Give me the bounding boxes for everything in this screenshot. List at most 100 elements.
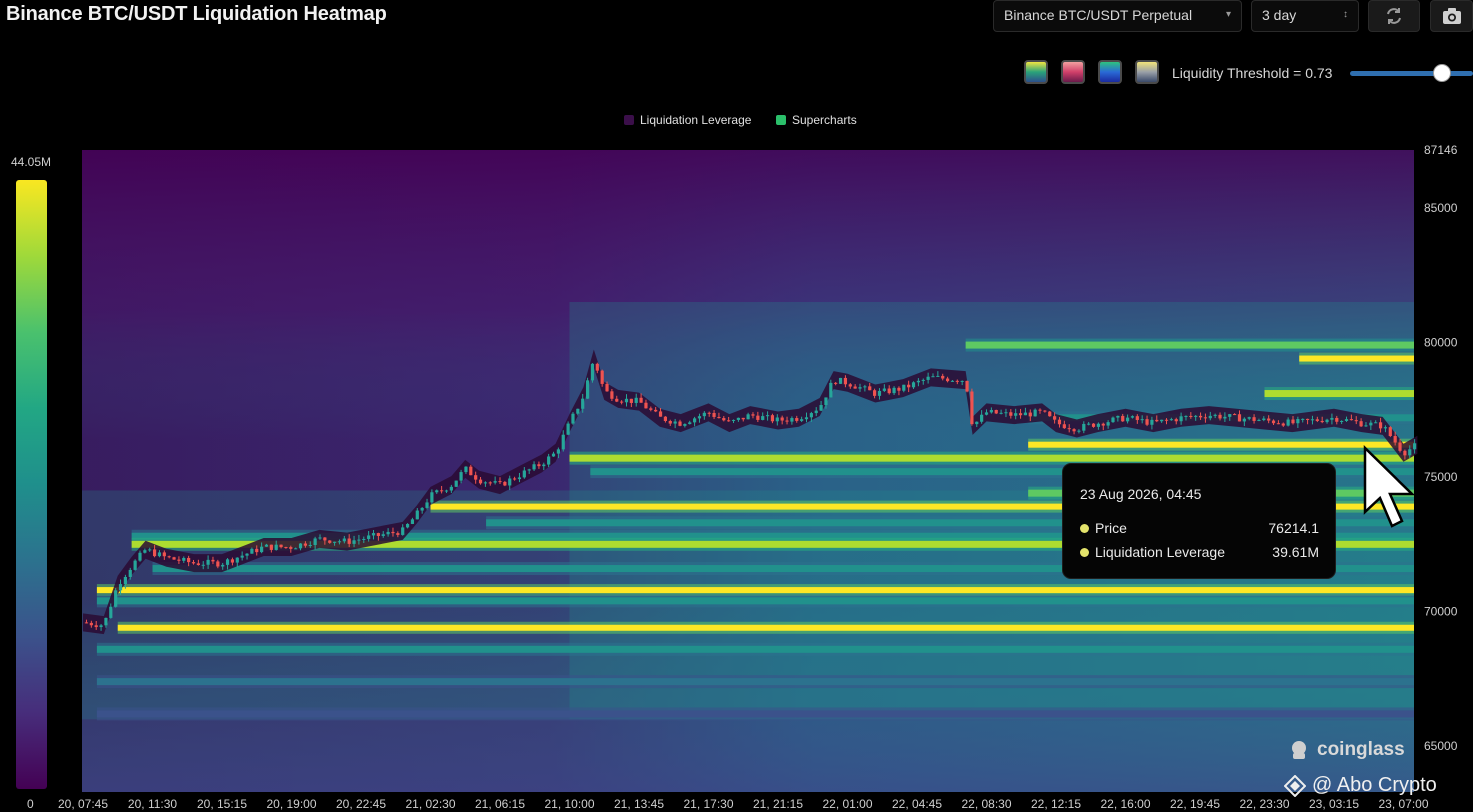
liquidation-band bbox=[1299, 355, 1414, 362]
candle-body bbox=[182, 557, 186, 561]
candle-body bbox=[785, 420, 789, 422]
coinglass-logo-icon bbox=[1292, 741, 1306, 759]
candle-body bbox=[693, 418, 697, 423]
candle-body bbox=[1067, 428, 1071, 430]
candle-body bbox=[858, 387, 862, 389]
liquidation-band bbox=[96, 645, 1414, 653]
candle-body bbox=[347, 538, 351, 544]
candle-body bbox=[989, 409, 993, 413]
candle-body bbox=[148, 549, 152, 551]
candle-body bbox=[790, 418, 794, 422]
candle-body bbox=[84, 622, 89, 624]
candle-body bbox=[683, 424, 687, 426]
candle-body bbox=[1305, 418, 1310, 420]
candle-body bbox=[610, 391, 614, 399]
candle-body bbox=[765, 415, 770, 417]
candle-body bbox=[250, 548, 254, 554]
candle-body bbox=[931, 376, 935, 378]
candle-body bbox=[741, 417, 745, 420]
candle-body bbox=[94, 625, 98, 628]
candle-body bbox=[955, 380, 959, 382]
candle-body bbox=[386, 531, 390, 535]
candle-body bbox=[848, 384, 852, 387]
candle-body bbox=[298, 543, 303, 549]
candle-body bbox=[658, 411, 663, 417]
candle-body bbox=[926, 376, 930, 380]
candle-body bbox=[483, 482, 488, 484]
candle-body bbox=[1393, 436, 1397, 443]
candle-body bbox=[1223, 416, 1227, 419]
candle-body bbox=[551, 453, 556, 457]
candle-body bbox=[1310, 419, 1315, 421]
x-axis-tick-label: 20, 15:15 bbox=[197, 797, 247, 811]
tooltip-price-row: Price 76214.1 bbox=[1080, 520, 1319, 536]
candle-body bbox=[780, 417, 784, 421]
liquidation-band bbox=[96, 710, 1414, 718]
y-axis-tick-label: 87146 bbox=[1424, 143, 1458, 157]
x-axis-tick-label: 23, 03:15 bbox=[1309, 797, 1359, 811]
candle-body bbox=[1169, 419, 1173, 421]
candle-body bbox=[1359, 421, 1363, 427]
candle-body bbox=[196, 563, 200, 565]
candle-body bbox=[639, 397, 643, 403]
candle-body bbox=[1388, 427, 1392, 437]
liquidation-band bbox=[117, 624, 1414, 631]
candle-body bbox=[440, 490, 444, 492]
watermark-text: coinglass bbox=[1317, 739, 1405, 760]
candle-body bbox=[367, 535, 371, 539]
candle-body bbox=[809, 413, 813, 418]
candle-body bbox=[1203, 417, 1208, 419]
x-axis-tick-label: 22, 19:45 bbox=[1170, 797, 1220, 811]
y-axis-tick-label: 85000 bbox=[1424, 201, 1458, 215]
candle-body bbox=[1237, 414, 1242, 422]
candle-body bbox=[323, 537, 327, 541]
candle-body bbox=[221, 564, 225, 567]
candle-body bbox=[1164, 419, 1169, 421]
candle-body bbox=[999, 412, 1003, 414]
liquidation-band bbox=[965, 341, 1414, 349]
candle-body bbox=[177, 559, 181, 561]
candle-body bbox=[1028, 412, 1032, 417]
candle-body bbox=[230, 559, 235, 563]
candle-body bbox=[824, 397, 828, 406]
candle-body bbox=[1257, 420, 1261, 422]
candle-body bbox=[1184, 415, 1188, 417]
candle-body bbox=[1091, 423, 1096, 427]
candle-body bbox=[274, 544, 278, 550]
candle-body bbox=[1106, 422, 1110, 426]
candle-body bbox=[678, 421, 682, 426]
candle-body bbox=[469, 466, 473, 476]
candle-body bbox=[255, 548, 259, 553]
candle-body bbox=[863, 386, 867, 388]
candle-body bbox=[1043, 410, 1047, 412]
x-axis-tick-label: 22, 16:00 bbox=[1100, 797, 1150, 811]
candle-body bbox=[527, 469, 531, 471]
candle-body bbox=[1048, 411, 1052, 417]
x-axis-tick-label: 21, 13:45 bbox=[614, 797, 664, 811]
candle-body bbox=[1403, 450, 1407, 456]
candle-body bbox=[1271, 420, 1276, 424]
candle-body bbox=[391, 531, 395, 534]
liquidation-band bbox=[96, 587, 1414, 594]
candle-body bbox=[945, 378, 950, 382]
candle-body bbox=[1354, 420, 1358, 422]
candle-body bbox=[1096, 423, 1100, 427]
candle-body bbox=[206, 559, 210, 565]
tooltip-price-label: Price bbox=[1095, 520, 1127, 536]
candle-body bbox=[191, 562, 196, 564]
candle-body bbox=[332, 541, 337, 543]
candle-body bbox=[853, 386, 857, 389]
candle-body bbox=[1135, 416, 1139, 420]
candle-body bbox=[211, 559, 215, 562]
candle-body bbox=[357, 539, 361, 541]
heatmap-chart[interactable]: 87146 85000 80000 75000 70000 65000 20, 07:45 2… bbox=[0, 0, 1473, 812]
candle-body bbox=[843, 377, 848, 385]
dot-icon bbox=[1080, 548, 1089, 557]
candle-body bbox=[225, 559, 230, 565]
candle-body bbox=[1121, 415, 1125, 422]
candle-body bbox=[474, 475, 478, 480]
x-axis-tick-label: 21, 21:15 bbox=[753, 797, 803, 811]
candle-body bbox=[1194, 415, 1198, 417]
candle-body bbox=[1267, 418, 1271, 421]
candle-body bbox=[478, 479, 483, 484]
